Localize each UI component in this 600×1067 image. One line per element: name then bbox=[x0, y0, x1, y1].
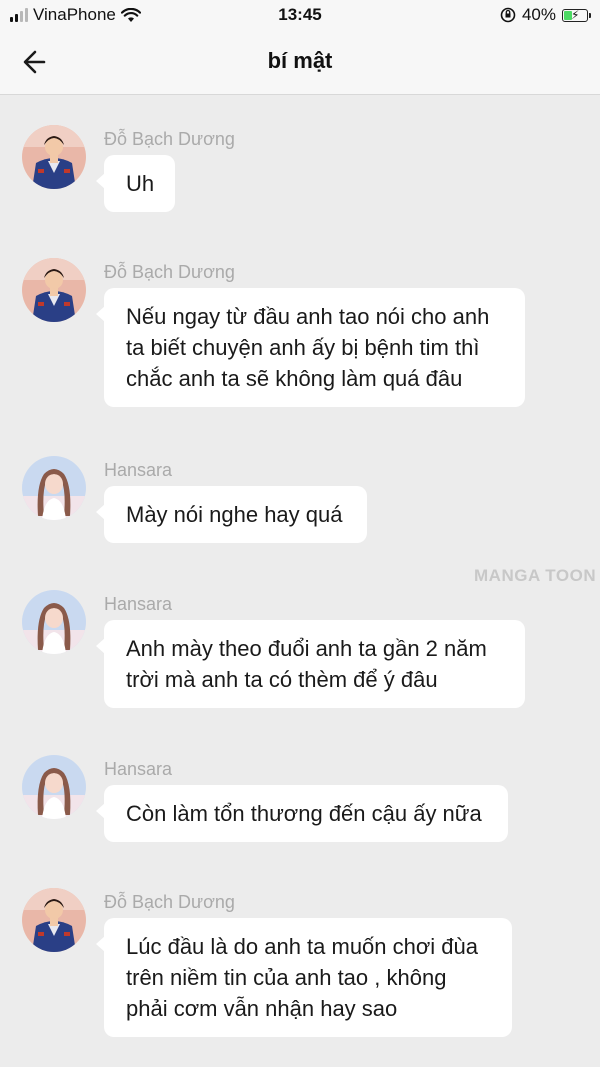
sender-name: Hansara bbox=[104, 759, 173, 779]
avatar[interactable] bbox=[22, 888, 86, 952]
message-bubble[interactable]: Uh bbox=[96, 155, 175, 212]
avatar[interactable] bbox=[22, 590, 86, 654]
battery-group: 40% ⚡ bbox=[500, 5, 591, 25]
status-bar: VinaPhone 13:45 40% ⚡ bbox=[0, 0, 600, 30]
avatar[interactable] bbox=[22, 125, 86, 189]
avatar[interactable] bbox=[22, 456, 86, 520]
message-bubble[interactable]: Anh mày theo đuổi anh ta gần 2 năm trời … bbox=[96, 620, 525, 708]
sender-name: Hansara bbox=[104, 594, 173, 614]
battery-percent: 40% bbox=[521, 5, 556, 24]
sender-name: Đỗ Bạch Dương bbox=[104, 892, 235, 912]
message-bubble[interactable]: Còn làm tổn thương đến cậu ấy nữa bbox=[96, 785, 508, 842]
avatar[interactable] bbox=[22, 755, 86, 819]
watermark: MANGA TOON bbox=[474, 566, 597, 585]
battery-icon: ⚡ bbox=[562, 8, 591, 22]
sender-name: Đỗ Bạch Dương bbox=[104, 129, 235, 149]
nav-bar: bí mật bbox=[0, 30, 600, 95]
message-bubble[interactable]: Lúc đầu là do anh ta muốn chơi đùa trên … bbox=[96, 918, 512, 1037]
avatar[interactable] bbox=[22, 258, 86, 322]
chat-title: bí mật bbox=[267, 48, 333, 73]
sender-name: Hansara bbox=[104, 460, 173, 480]
sender-name: Đỗ Bạch Dương bbox=[104, 262, 235, 282]
message-bubble[interactable]: Mày nói nghe hay quá bbox=[96, 486, 367, 543]
message-bubble[interactable]: Nếu ngay từ đầu anh tao nói cho anh ta b… bbox=[96, 288, 525, 407]
orientation-lock-icon bbox=[500, 7, 516, 23]
